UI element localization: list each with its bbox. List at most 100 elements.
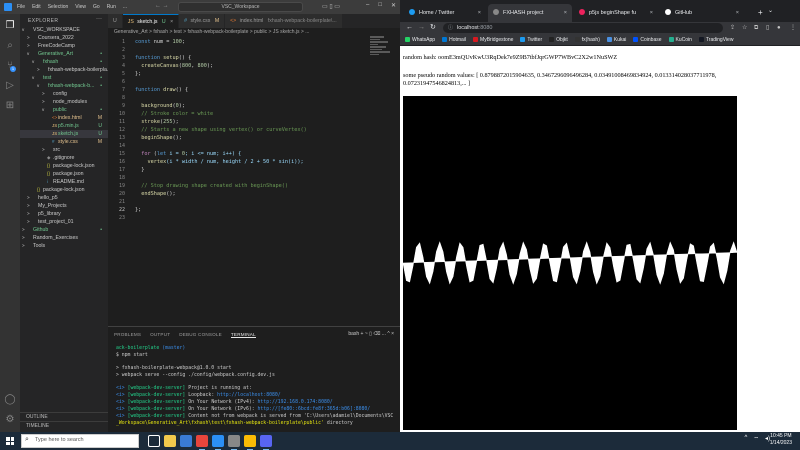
tab-close-icon[interactable]: ×: [170, 19, 173, 25]
tree-item[interactable]: > Tools: [20, 242, 108, 250]
tree-item[interactable]: {} package-lock.json: [20, 186, 108, 194]
bookmark-item[interactable]: Coinbase: [633, 36, 662, 43]
timeline-section[interactable]: TIMELINE: [20, 421, 108, 430]
tree-item[interactable]: > FreeCodeCamp: [20, 42, 108, 50]
tab-sketch-js[interactable]: JS sketch.js U ×: [122, 14, 180, 28]
vscode-icon[interactable]: [212, 435, 224, 450]
bookmark-item[interactable]: Twitter: [520, 36, 542, 43]
browser-tab-fxhash[interactable]: FXHASH project ×: [488, 4, 572, 22]
file-explorer-icon[interactable]: [164, 435, 176, 447]
search-icon[interactable]: ⌕: [4, 40, 16, 52]
maximize-icon[interactable]: □: [378, 2, 382, 9]
tree-item[interactable]: {} package-lock.json: [20, 162, 108, 170]
tree-item[interactable]: JSsketch.js U: [20, 130, 108, 138]
tree-item[interactable]: > node_modules: [20, 98, 108, 106]
terminal-toolbar[interactable]: bash + ~ ▯ ⌫ ... ^ ×: [348, 331, 394, 337]
account-icon[interactable]: ◯: [4, 394, 16, 406]
tab-close-icon[interactable]: ×: [736, 4, 739, 22]
network-icon[interactable]: ⌔: [753, 435, 759, 443]
back-icon[interactable]: ←: [406, 22, 413, 34]
tray-chevron-icon[interactable]: ^: [745, 435, 748, 443]
site-info-icon[interactable]: ⓘ: [448, 23, 453, 33]
tab-terminal[interactable]: TERMINAL: [230, 332, 256, 338]
tab-close-icon[interactable]: ×: [478, 4, 481, 22]
tree-item[interactable]: v fxhash-webpack-b... •: [20, 82, 108, 90]
bookmark-item[interactable]: fx(hash): [574, 36, 600, 43]
tab-problems[interactable]: PROBLEMS: [114, 332, 141, 338]
explorer-more-icon[interactable]: ···: [96, 16, 102, 22]
tree-item[interactable]: v VSC_WORKSPACE: [20, 26, 108, 34]
outline-section[interactable]: OUTLINE: [20, 412, 108, 421]
bookmark-item[interactable]: Objkt: [549, 36, 568, 43]
tree-item[interactable]: > My_Projects: [20, 202, 108, 210]
menu-edit[interactable]: Edit: [32, 4, 41, 10]
tree-item[interactable]: v test •: [20, 74, 108, 82]
tree-item[interactable]: > src: [20, 146, 108, 154]
taskbar-search-box[interactable]: ⌕ Type here to search: [21, 434, 139, 448]
tab-close-icon[interactable]: ×: [564, 4, 567, 22]
tree-item[interactable]: i README.md: [20, 178, 108, 186]
layout-toggle-icon[interactable]: ▭ ▯ ▭: [322, 3, 340, 10]
manage-gear-icon[interactable]: ⚙: [4, 414, 16, 426]
tab-output[interactable]: OUTPUT: [150, 332, 170, 338]
new-tab-plus-icon[interactable]: +: [758, 8, 763, 17]
code-editor[interactable]: 1 2 3 4 5 6 7 8 9 10 11 12 13 14 15 16 17 18 19 20 21 22 23 co…: [108, 36, 400, 326]
breadcrumb[interactable]: Generative_Art > fxhash > test > fxhash-…: [114, 29, 309, 35]
menu-file[interactable]: File: [17, 4, 25, 10]
tree-item[interactable]: > Random_Exercises: [20, 234, 108, 242]
chrome-profile-icon[interactable]: [244, 435, 256, 450]
tree-item[interactable]: ◆ .gitignore: [20, 154, 108, 162]
bookmark-item[interactable]: Hotmail: [442, 36, 466, 43]
browser-tab-twitter[interactable]: Home / Twitter ×: [404, 4, 486, 22]
tab-hidden-file[interactable]: U: [108, 14, 123, 28]
tree-item[interactable]: > test_project_01: [20, 218, 108, 226]
tab-close-icon[interactable]: ×: [650, 4, 653, 22]
task-view-icon[interactable]: [148, 435, 160, 447]
menu-run[interactable]: Run: [107, 4, 116, 10]
taskbar-clock[interactable]: 10:45 PM 1/14/2023: [770, 433, 792, 447]
p5-canvas[interactable]: [402, 96, 738, 430]
tree-item[interactable]: > fxhash-webpack-boilerpla...: [20, 66, 108, 74]
windows-start-icon[interactable]: [6, 437, 14, 445]
extensions-icon[interactable]: ⊞: [4, 100, 16, 112]
chrome-icon[interactable]: [196, 435, 208, 450]
app-icon[interactable]: [228, 435, 240, 450]
close-icon[interactable]: ✕: [391, 2, 396, 9]
bookmark-star-icon[interactable]: ☆: [742, 22, 747, 34]
browser-tab-p5js[interactable]: p5js beginShape fu ×: [574, 4, 658, 22]
menu-go[interactable]: Go: [93, 4, 100, 10]
bookmark-item[interactable]: KuCoin: [668, 36, 692, 43]
tree-item[interactable]: v fxhash •: [20, 58, 108, 66]
back-forward-arrows-icon[interactable]: ← →: [155, 3, 169, 9]
sidebar-icon[interactable]: ▯: [766, 22, 769, 34]
tree-item[interactable]: > Github •: [20, 226, 108, 234]
chrome-menu-icon[interactable]: ⋮: [790, 22, 796, 34]
tree-item[interactable]: > Coursera_2022: [20, 34, 108, 42]
photos-icon[interactable]: [180, 435, 192, 447]
tree-item[interactable]: v Generative_Art •: [20, 50, 108, 58]
forward-icon[interactable]: →: [418, 22, 425, 34]
tree-item[interactable]: JSp5.min.js U: [20, 122, 108, 130]
browser-tab-github[interactable]: GitHub ×: [660, 4, 744, 22]
profile-avatar-icon[interactable]: ●: [777, 22, 781, 34]
bookmark-item[interactable]: Kukai: [606, 36, 626, 43]
menu-view[interactable]: View: [75, 4, 86, 10]
tab-debug-console[interactable]: DEBUG CONSOLE: [179, 332, 222, 338]
minimize-icon[interactable]: –: [366, 2, 369, 9]
menu-selection[interactable]: Selection: [48, 4, 69, 10]
extensions-puzzle-icon[interactable]: ⧉: [754, 22, 758, 34]
tree-item[interactable]: v public •: [20, 106, 108, 114]
command-center-search[interactable]: VSC_Workspace: [178, 2, 303, 12]
menu-more[interactable]: ...: [123, 4, 127, 10]
reload-icon[interactable]: ↻: [430, 22, 436, 34]
tab-style-css[interactable]: # style.css M: [179, 14, 226, 28]
tree-item[interactable]: {} package.json: [20, 170, 108, 178]
bookmark-item[interactable]: MyBridgestone: [473, 36, 513, 43]
tree-item[interactable]: # style.css M: [20, 138, 108, 146]
bookmark-item[interactable]: TradingView: [698, 36, 733, 43]
run-debug-icon[interactable]: ▷: [4, 80, 16, 92]
tree-item[interactable]: > config: [20, 90, 108, 98]
tree-item[interactable]: > p5_library: [20, 210, 108, 218]
discord-icon[interactable]: [260, 435, 272, 450]
explorer-icon[interactable]: ❐: [4, 20, 16, 32]
